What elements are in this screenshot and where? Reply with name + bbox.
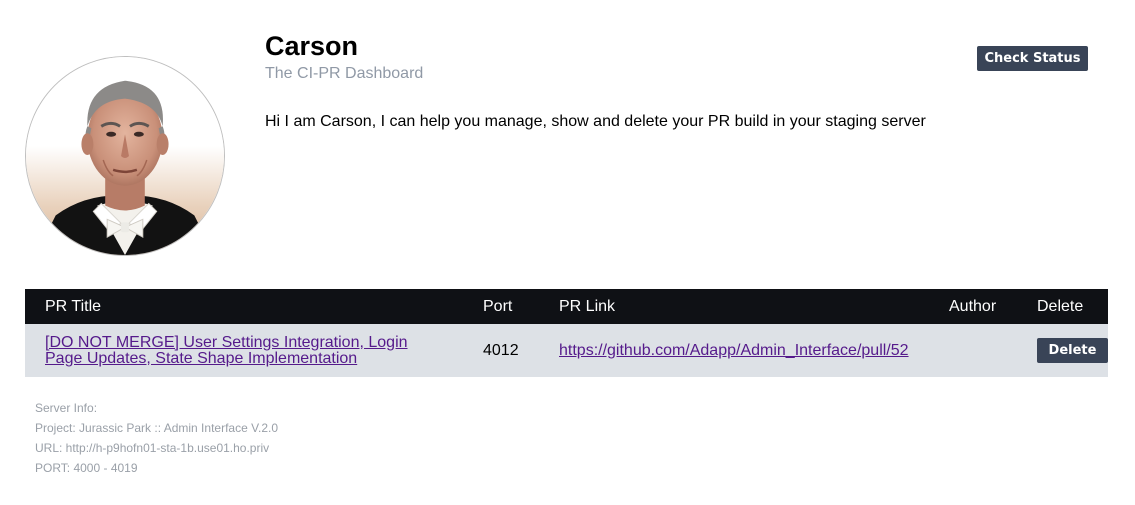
pr-table-body: [DO NOT MERGE] User Settings Integration… bbox=[25, 324, 1108, 377]
pr-table-header: PR Title Port PR Link Author Delete bbox=[25, 289, 1108, 324]
delete-button[interactable]: Delete bbox=[1037, 338, 1108, 363]
server-info-heading: Server Info: bbox=[35, 401, 98, 415]
pr-link-cell: https://github.com/Adapp/Admin_Interface… bbox=[559, 324, 949, 377]
pr-table: PR Title Port PR Link Author Delete [DO … bbox=[25, 289, 1108, 377]
server-info-url: URL: http://h-p9hofn01-sta-1b.use01.ho.p… bbox=[35, 441, 270, 455]
pr-port-cell: 4012 bbox=[483, 341, 519, 359]
column-header-pr-link: PR Link bbox=[559, 297, 616, 315]
column-header-port: Port bbox=[483, 297, 513, 315]
avatar bbox=[25, 56, 225, 256]
column-header-author: Author bbox=[949, 297, 997, 315]
server-info: Server Info: Project: Jurassic Park :: A… bbox=[35, 398, 278, 478]
app-name: Carson bbox=[265, 31, 359, 61]
app-subtitle: The CI-PR Dashboard bbox=[265, 65, 424, 82]
pr-title-cell: [DO NOT MERGE] User Settings Integration… bbox=[25, 324, 483, 377]
check-status-button[interactable]: Check Status bbox=[977, 46, 1088, 71]
butler-portrait-icon bbox=[26, 57, 224, 255]
column-header-pr-title: PR Title bbox=[45, 297, 102, 315]
server-info-port: PORT: 4000 - 4019 bbox=[35, 461, 138, 475]
pr-delete-cell: Delete bbox=[1037, 324, 1108, 377]
pr-title-link[interactable]: [DO NOT MERGE] User Settings Integration… bbox=[45, 334, 435, 367]
pr-link[interactable]: https://github.com/Adapp/Admin_Interface… bbox=[559, 342, 909, 359]
pr-table-header-row: PR Title Port PR Link Author Delete bbox=[25, 289, 1108, 324]
column-header-delete: Delete bbox=[1037, 297, 1084, 315]
server-info-project: Project: Jurassic Park :: Admin Interfac… bbox=[35, 421, 278, 435]
intro-text: Hi I am Carson, I can help you manage, s… bbox=[265, 113, 926, 130]
table-row: [DO NOT MERGE] User Settings Integration… bbox=[25, 324, 1108, 377]
pr-author-cell bbox=[949, 324, 1037, 377]
